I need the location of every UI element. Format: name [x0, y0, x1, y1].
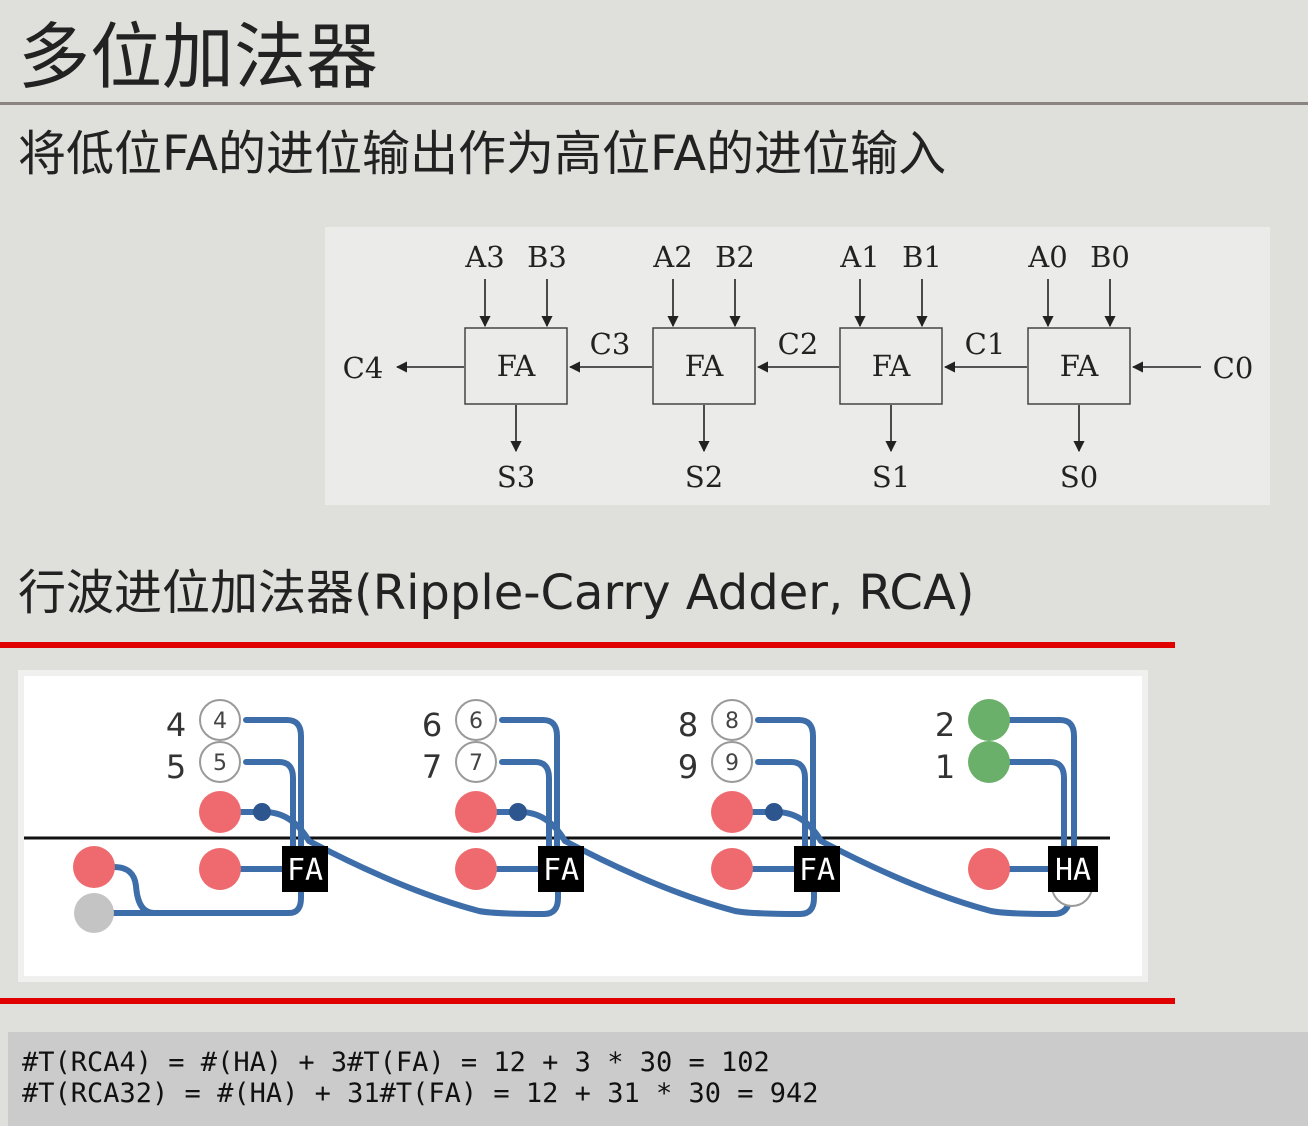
sum-s2-label: S2: [685, 460, 723, 494]
circuit-wires: [101, 717, 1077, 918]
fa-stage-3: A3 B3 FA S3: [464, 240, 568, 494]
fa-gate-1-label: FA: [543, 853, 579, 888]
ha-digit-bottom: 1: [935, 748, 955, 786]
fa0-bubble-digit-bottom: 5: [213, 751, 227, 776]
input-b2-label: B2: [715, 240, 755, 274]
formula-line-rca32: #T(RCA32) = #(HA) + 31#T(FA) = 12 + 31 *…: [22, 1078, 819, 1109]
fa-stage-2: A2 B2 FA S2: [652, 240, 756, 494]
fa0-cin-node: [199, 848, 241, 890]
input-b1-label: B1: [902, 240, 942, 274]
ha-bit-node-top: [968, 699, 1010, 741]
section-heading: 行波进位加法器(Ripple-Carry Adder, RCA): [18, 565, 975, 621]
input-a3-label: A3: [464, 240, 504, 274]
fa2-digit-bottom: 9: [678, 748, 698, 786]
fa1-digit-bottom: 7: [422, 748, 442, 786]
sum-s0-label: S0: [1060, 460, 1098, 494]
carry-c0-label: C0: [1213, 351, 1254, 385]
fa-gate-0-label: FA: [287, 853, 323, 888]
title-divider: [0, 102, 1308, 105]
input-b0-label: B0: [1090, 240, 1130, 274]
fa2-sum-node: [711, 791, 753, 833]
fa1-sum-node: [455, 791, 497, 833]
input-a1-label: A1: [839, 240, 879, 274]
ha-digit-top: 2: [935, 706, 955, 744]
adder-block-diagram: A3 B3 FA S3 A2 B2 FA S2 A1 B1 FA S1 A0 B…: [325, 227, 1270, 505]
slide-title: 多位加法器: [18, 15, 379, 99]
fa-stage-0: A0 B0 FA S0: [1027, 240, 1131, 494]
fa0-junction: [253, 803, 271, 821]
fa2-digit-top: 8: [678, 706, 698, 744]
carry-c1-label: C1: [965, 327, 1006, 361]
ha-out-node: [968, 848, 1010, 890]
fa0-digit-top: 4: [166, 706, 186, 744]
carry-in-node: [73, 846, 115, 888]
fa1-digit-top: 6: [422, 706, 442, 744]
fa1-junction: [509, 803, 527, 821]
fa-block-3-label: FA: [497, 349, 537, 383]
fa-gate-2-label: FA: [799, 853, 835, 888]
fa-block-1-label: FA: [872, 349, 912, 383]
slide-subtitle: 将低位FA的进位输出作为高位FA的进位输入: [18, 126, 947, 182]
fa0-sum-node: [199, 791, 241, 833]
fa2-junction: [765, 803, 783, 821]
input-a0-label: A0: [1027, 240, 1067, 274]
formula-line-rca4: #T(RCA4) = #(HA) + 3#T(FA) = 12 + 3 * 30…: [22, 1047, 770, 1078]
fa2-bubble-digit-bottom: 9: [725, 751, 739, 776]
carry-c2-label: C2: [778, 327, 819, 361]
fa-stage-1: A1 B1 FA S1: [839, 240, 943, 494]
ground-node: [74, 893, 114, 933]
ha-gate-label: HA: [1055, 853, 1091, 888]
fa0-digit-bottom: 5: [166, 748, 186, 786]
fa2-bubble-digit-top: 8: [725, 709, 739, 734]
fa-block-0-label: FA: [1060, 349, 1100, 383]
sum-s3-label: S3: [497, 460, 535, 494]
fa2-cin-node: [711, 848, 753, 890]
fa1-bubble-digit-bottom: 7: [469, 751, 483, 776]
fa0-bubble-digit-top: 4: [213, 709, 227, 734]
input-b3-label: B3: [527, 240, 567, 274]
ripple-carry-circuit: FA FA FA HA 4 5 6 7 8 9 4 5 6 7 8 9 2 1: [24, 676, 1142, 976]
fa1-bubble-digit-top: 6: [469, 709, 483, 734]
red-divider-bottom: [0, 998, 1175, 1004]
fa1-cin-node: [455, 848, 497, 890]
carry-c4-label: C4: [343, 351, 384, 385]
ha-bit-node-bottom: [968, 741, 1010, 783]
transistor-count-formula: #T(RCA4) = #(HA) + 3#T(FA) = 12 + 3 * 30…: [8, 1032, 1308, 1126]
sum-s1-label: S1: [872, 460, 910, 494]
fa-block-2-label: FA: [685, 349, 725, 383]
red-divider-top: [0, 642, 1175, 648]
input-a2-label: A2: [652, 240, 692, 274]
carry-c3-label: C3: [590, 327, 631, 361]
